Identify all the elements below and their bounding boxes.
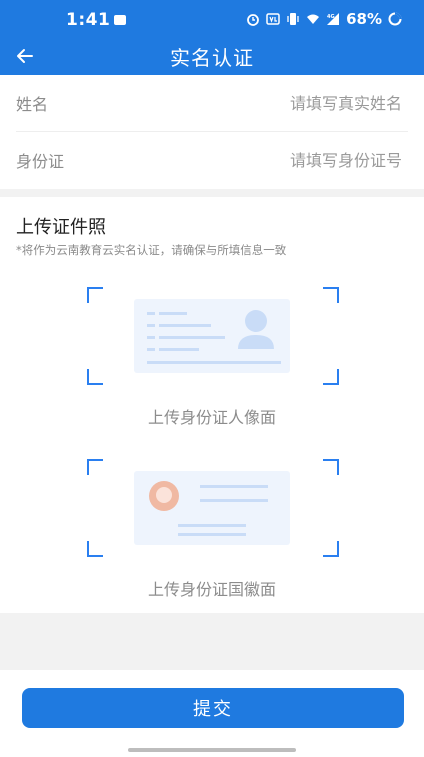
upload-front-card[interactable] xyxy=(87,287,339,385)
status-icons: 4G 68% xyxy=(246,10,402,28)
volte-icon xyxy=(266,13,280,25)
home-indicator[interactable] xyxy=(128,748,296,752)
vibrate-icon xyxy=(287,13,299,25)
frame-corner xyxy=(323,541,339,557)
wifi-icon xyxy=(307,14,320,24)
id-card-portrait-icon xyxy=(134,299,290,373)
submit-button[interactable]: 提交 xyxy=(22,688,404,728)
id-number-input[interactable] xyxy=(200,149,404,171)
frame-corner xyxy=(87,287,103,303)
page-title: 实名认证 xyxy=(170,46,254,70)
section-separator xyxy=(0,189,424,197)
frame-corner xyxy=(87,459,103,475)
id-label: 身份证 xyxy=(16,152,65,171)
image-notification-icon xyxy=(114,15,126,25)
frame-corner xyxy=(323,287,339,303)
id-row: 身份证 xyxy=(16,132,404,188)
name-input[interactable] xyxy=(200,92,404,114)
upload-note: *将作为云南教育云实名认证，请确保与所填信息一致 xyxy=(16,243,287,257)
id-card-emblem-icon xyxy=(134,471,290,545)
nav-bar: 实名认证 xyxy=(0,40,424,75)
status-time: 1:41 xyxy=(66,10,111,30)
upload-back-label[interactable]: 上传身份证国徽面 xyxy=(0,576,424,600)
battery-icon xyxy=(388,12,402,26)
upload-front-label[interactable]: 上传身份证人像面 xyxy=(0,404,424,428)
upload-back-card[interactable] xyxy=(87,459,339,557)
alarm-icon xyxy=(247,14,259,26)
status-bar: 1:41 4G 68% xyxy=(0,0,424,40)
network-type: 4G xyxy=(327,14,335,20)
upload-section-title: 上传证件照 xyxy=(16,217,106,238)
signal-icon: 4G xyxy=(327,13,340,25)
frame-corner xyxy=(87,369,103,385)
name-row: 姓名 xyxy=(16,75,404,131)
bottom-gray-area xyxy=(0,613,424,670)
battery-percent: 68% xyxy=(346,10,382,28)
name-label: 姓名 xyxy=(16,95,49,114)
frame-corner xyxy=(323,369,339,385)
frame-corner xyxy=(87,541,103,557)
frame-corner xyxy=(323,459,339,475)
